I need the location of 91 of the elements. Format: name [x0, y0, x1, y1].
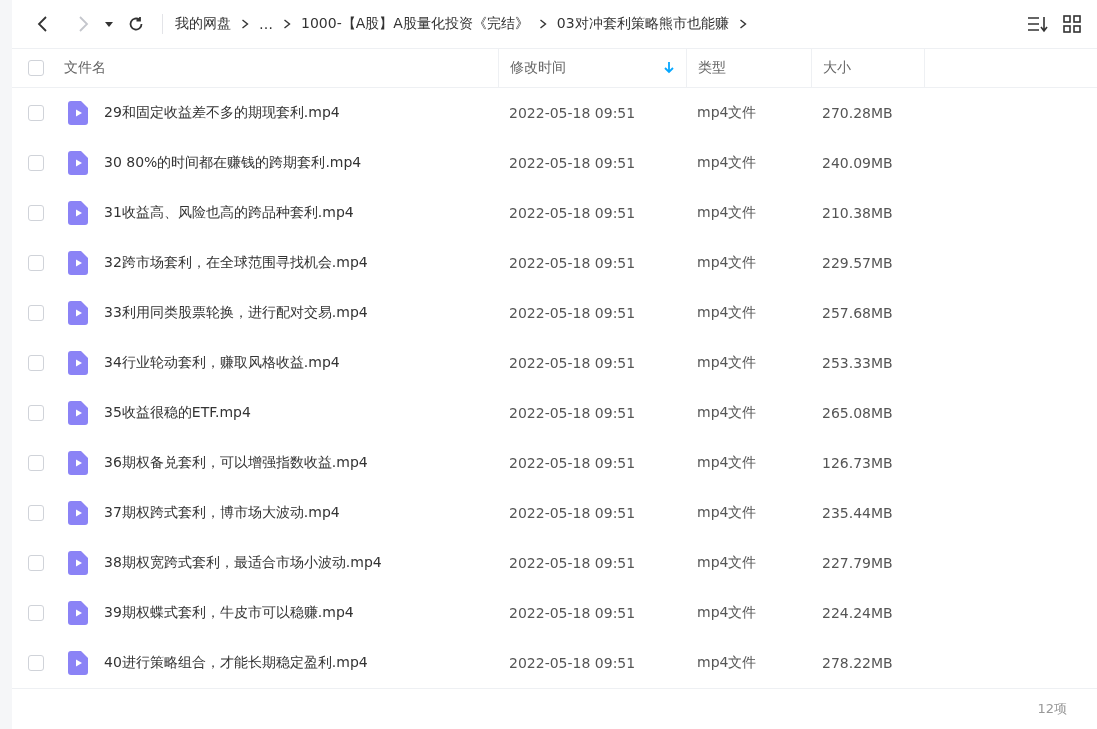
file-name[interactable]: 36期权备兑套利，可以增强指数收益.mp4 [104, 454, 368, 472]
select-all-checkbox[interactable] [28, 60, 44, 76]
file-size: 253.33MB [821, 355, 894, 371]
back-button[interactable] [36, 15, 50, 33]
file-type: mp4文件 [696, 204, 758, 222]
modified-time: 2022-05-18 09:51 [508, 205, 637, 221]
row-checkbox[interactable] [28, 605, 44, 621]
file-name[interactable]: 35收益很稳的ETF.mp4 [104, 404, 251, 422]
grid-view-button[interactable] [1063, 15, 1081, 33]
file-type: mp4文件 [696, 304, 758, 322]
file-name[interactable]: 33利用同类股票轮换，进行配对交易.mp4 [104, 304, 368, 322]
file-type: mp4文件 [696, 454, 758, 472]
file-name[interactable]: 37期权跨式套利，博市场大波动.mp4 [104, 504, 340, 522]
breadcrumb-item[interactable]: 1000-【A股】A股量化投资《完结》 [301, 15, 529, 33]
file-name[interactable]: 39期权蝶式套利，牛皮市可以稳赚.mp4 [104, 604, 354, 622]
row-checkbox[interactable] [28, 255, 44, 271]
video-file-icon [68, 151, 88, 175]
refresh-button[interactable] [128, 16, 144, 32]
video-file-icon [68, 601, 88, 625]
file-size: 257.68MB [821, 305, 894, 321]
row-checkbox[interactable] [28, 305, 44, 321]
video-file-icon [68, 451, 88, 475]
file-type: mp4文件 [696, 254, 758, 272]
column-header[interactable]: 修改时间 [510, 59, 664, 77]
column-header[interactable]: 大小 [823, 59, 912, 77]
modified-time: 2022-05-18 09:51 [508, 155, 637, 171]
item-count: 12项 [1037, 700, 1067, 718]
modified-time: 2022-05-18 09:51 [508, 505, 637, 521]
modified-time: 2022-05-18 09:51 [508, 355, 637, 371]
video-file-icon [68, 251, 88, 275]
file-size: 224.24MB [821, 605, 894, 621]
file-size: 126.73MB [821, 455, 894, 471]
history-dropdown-button[interactable] [104, 20, 114, 28]
file-type: mp4文件 [696, 404, 758, 422]
video-file-icon [68, 401, 88, 425]
row-checkbox[interactable] [28, 555, 44, 571]
breadcrumb-item[interactable]: 我的网盘 [175, 15, 231, 33]
row-checkbox[interactable] [28, 105, 44, 121]
row-checkbox[interactable] [28, 205, 44, 221]
chevron-right-icon [538, 18, 547, 30]
modified-time: 2022-05-18 09:51 [508, 555, 637, 571]
modified-time: 2022-05-18 09:51 [508, 105, 637, 121]
chevron-right-icon [241, 18, 249, 30]
row-checkbox[interactable] [28, 405, 44, 421]
video-file-icon [68, 501, 88, 525]
row-checkbox[interactable] [28, 455, 44, 471]
file-size: 210.38MB [821, 205, 894, 221]
breadcrumb-item[interactable]: 03对冲套利策略熊市也能赚 [556, 15, 729, 33]
file-type: mp4文件 [696, 154, 758, 172]
breadcrumb-item[interactable]: … [259, 16, 273, 32]
modified-time: 2022-05-18 09:51 [508, 405, 637, 421]
file-type: mp4文件 [696, 354, 758, 372]
file-type: mp4文件 [696, 604, 758, 622]
chevron-right-icon [738, 18, 747, 30]
modified-time: 2022-05-18 09:51 [508, 655, 637, 671]
video-file-icon [68, 651, 88, 675]
chevron-right-icon [283, 18, 291, 30]
column-header[interactable]: 文件名 [64, 59, 486, 77]
row-checkbox[interactable] [28, 355, 44, 371]
video-file-icon [68, 551, 88, 575]
file-name[interactable]: 34行业轮动套利，赚取风格收益.mp4 [104, 354, 340, 372]
file-size: 227.79MB [821, 555, 894, 571]
file-type: mp4文件 [696, 104, 758, 122]
column-header[interactable]: 类型 [698, 59, 799, 77]
file-name[interactable]: 29和固定收益差不多的期现套利.mp4 [104, 104, 340, 122]
file-size: 235.44MB [821, 505, 894, 521]
file-size: 265.08MB [821, 405, 894, 421]
file-name[interactable]: 30 80%的时间都在赚钱的跨期套利.mp4 [104, 154, 362, 172]
file-size: 270.28MB [821, 105, 894, 121]
modified-time: 2022-05-18 09:51 [508, 305, 637, 321]
file-type: mp4文件 [696, 654, 758, 672]
file-type: mp4文件 [696, 554, 758, 572]
file-type: mp4文件 [696, 504, 758, 522]
modified-time: 2022-05-18 09:51 [508, 255, 637, 271]
file-size: 240.09MB [821, 155, 894, 171]
file-size: 278.22MB [821, 655, 894, 671]
video-file-icon [68, 201, 88, 225]
modified-time: 2022-05-18 09:51 [508, 605, 637, 621]
video-file-icon [68, 301, 88, 325]
modified-time: 2022-05-18 09:51 [508, 455, 637, 471]
file-name[interactable]: 31收益高、风险也高的跨品种套利.mp4 [104, 204, 354, 222]
row-checkbox[interactable] [28, 155, 44, 171]
video-file-icon [68, 351, 88, 375]
sort-button[interactable] [1027, 15, 1049, 33]
file-name[interactable]: 32跨市场套利，在全球范围寻找机会.mp4 [104, 254, 368, 272]
file-name[interactable]: 40进行策略组合，才能长期稳定盈利.mp4 [104, 654, 368, 672]
video-file-icon [68, 101, 88, 125]
row-checkbox[interactable] [28, 655, 44, 671]
row-checkbox[interactable] [28, 505, 44, 521]
file-size: 229.57MB [821, 255, 894, 271]
file-name[interactable]: 38期权宽跨式套利，最适合市场小波动.mp4 [104, 554, 382, 572]
